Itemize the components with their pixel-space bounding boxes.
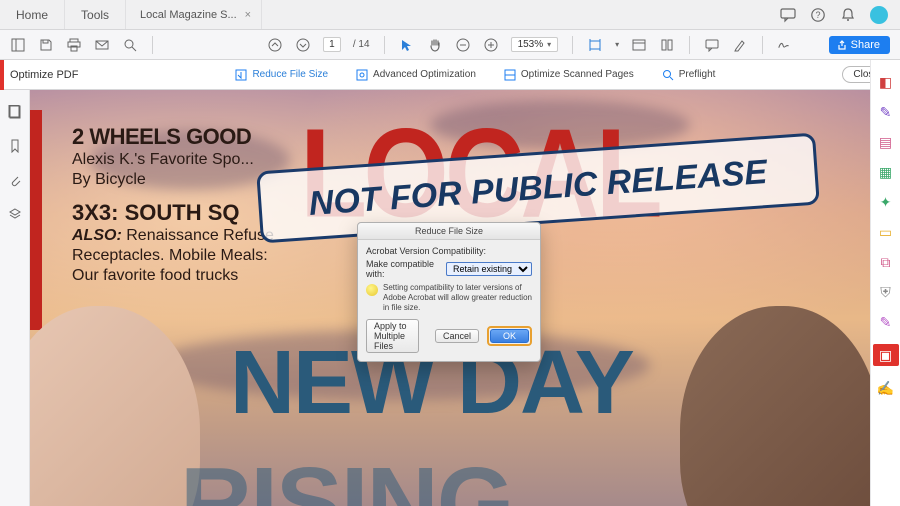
scanned-icon bbox=[504, 69, 516, 81]
zoom-in-icon[interactable] bbox=[483, 37, 499, 53]
protect-icon[interactable]: ⛨ bbox=[878, 284, 894, 300]
also-line-3: Our favorite food trucks bbox=[72, 266, 274, 286]
optimize-title: Optimize PDF bbox=[10, 69, 108, 81]
lightbulb-icon bbox=[366, 284, 378, 296]
stamp-text: NOT FOR PUBLIC RELEASE bbox=[308, 153, 769, 224]
compatibility-select[interactable]: Retain existing bbox=[446, 262, 532, 276]
optimize-tool-icon[interactable]: ▣ bbox=[873, 344, 899, 366]
reduce-icon bbox=[235, 69, 247, 81]
subhead-1b: By Bicycle bbox=[72, 170, 274, 190]
subhead-1a: Alexis K.'s Favorite Spo... bbox=[72, 150, 274, 170]
scanned-label: Optimize Scanned Pages bbox=[521, 69, 634, 80]
optimize-toolbar: Optimize PDF Reduce File Size Advanced O… bbox=[0, 60, 900, 90]
sidebar-toggle-icon[interactable] bbox=[10, 37, 26, 53]
also-block: ALSO: Renaissance Refuse bbox=[72, 226, 274, 246]
fit-width-icon[interactable] bbox=[587, 37, 603, 53]
reduce-file-size-button[interactable]: Reduce File Size bbox=[235, 69, 328, 81]
advanced-icon bbox=[356, 69, 368, 81]
accent-mark bbox=[0, 60, 4, 90]
make-compatible-label: Make compatible with: bbox=[366, 259, 440, 279]
optimize-scanned-button[interactable]: Optimize Scanned Pages bbox=[504, 69, 634, 81]
search-icon[interactable] bbox=[122, 37, 138, 53]
help-icon[interactable]: ? bbox=[810, 7, 826, 23]
svg-text:?: ? bbox=[815, 10, 820, 20]
share-label: Share bbox=[851, 39, 880, 51]
zoom-out-icon[interactable] bbox=[455, 37, 471, 53]
preflight-icon bbox=[662, 69, 674, 81]
highlight-icon[interactable] bbox=[732, 37, 748, 53]
apply-multiple-button[interactable]: Apply to Multiple Files bbox=[366, 319, 419, 353]
page-up-icon[interactable] bbox=[267, 37, 283, 53]
zoom-input[interactable]: 153%▾ bbox=[511, 37, 559, 52]
main-toolbar: 1 / 14 153%▾ ▾ Share bbox=[0, 30, 900, 60]
page-down-icon[interactable] bbox=[295, 37, 311, 53]
right-tool-rail: ◧ ✎ ▤ ▦ ✦ ▭ ⧉ ⛨ ✎ ▣ ✍ bbox=[870, 60, 900, 506]
reduce-label: Reduce File Size bbox=[252, 69, 328, 80]
chat-icon[interactable] bbox=[780, 7, 796, 23]
advanced-label: Advanced Optimization bbox=[373, 69, 476, 80]
select-tool-icon[interactable] bbox=[399, 37, 415, 53]
print-icon[interactable] bbox=[66, 37, 82, 53]
share-button[interactable]: Share bbox=[829, 36, 890, 54]
tab-tools[interactable]: Tools bbox=[65, 0, 126, 29]
also-label: ALSO: bbox=[72, 227, 122, 244]
cover-headlines: 2 WHEELS GOOD Alexis K.'s Favorite Spo..… bbox=[72, 124, 274, 286]
app-tabbar: Home Tools Local Magazine S... × ? bbox=[0, 0, 900, 30]
layers-icon[interactable] bbox=[7, 206, 23, 222]
save-icon[interactable] bbox=[38, 37, 54, 53]
fill-sign-icon[interactable]: ✍ bbox=[878, 380, 894, 396]
edit-pdf-icon[interactable]: ✎ bbox=[878, 104, 894, 120]
sign-icon[interactable] bbox=[777, 37, 793, 53]
tab-document-label: Local Magazine S... bbox=[140, 9, 237, 21]
hand-tool-icon[interactable] bbox=[427, 37, 443, 53]
ok-button[interactable]: OK bbox=[490, 329, 529, 343]
page-total: / 14 bbox=[353, 39, 370, 50]
share-icon bbox=[837, 40, 847, 50]
avatar[interactable] bbox=[870, 6, 888, 24]
attachment-icon[interactable] bbox=[7, 172, 23, 188]
create-pdf-icon[interactable]: ◧ bbox=[878, 74, 894, 90]
mail-icon[interactable] bbox=[94, 37, 110, 53]
dialog-title: Reduce File Size bbox=[358, 223, 540, 240]
cover-photo-right bbox=[670, 286, 870, 506]
cover-title-line2: RISING bbox=[180, 446, 512, 506]
dialog-tip-text: Setting compatibility to later versions … bbox=[383, 283, 532, 313]
ok-highlight: OK bbox=[487, 326, 532, 346]
page-input[interactable]: 1 bbox=[323, 37, 341, 52]
read-mode-icon[interactable] bbox=[631, 37, 647, 53]
left-nav-rail bbox=[0, 90, 30, 506]
tab-home[interactable]: Home bbox=[0, 0, 65, 29]
bell-icon[interactable] bbox=[840, 7, 856, 23]
bookmark-icon[interactable] bbox=[7, 138, 23, 154]
comment-icon[interactable] bbox=[704, 37, 720, 53]
cancel-button[interactable]: Cancel bbox=[435, 329, 479, 343]
chevron-down-icon[interactable]: ▾ bbox=[615, 40, 619, 49]
organize-icon[interactable]: ▦ bbox=[878, 164, 894, 180]
reduce-file-size-dialog: Reduce File Size Acrobat Version Compati… bbox=[357, 222, 541, 362]
export-pdf-icon[interactable]: ▤ bbox=[878, 134, 894, 150]
also-line-1: Renaissance Refuse bbox=[126, 227, 274, 244]
zoom-value: 153% bbox=[518, 39, 544, 50]
thumbnails-icon[interactable] bbox=[7, 104, 23, 120]
enhance-icon[interactable]: ✦ bbox=[878, 194, 894, 210]
headline-1: 2 WHEELS GOOD bbox=[72, 124, 274, 150]
compat-label: Acrobat Version Compatibility: bbox=[366, 246, 532, 256]
advanced-optimization-button[interactable]: Advanced Optimization bbox=[356, 69, 476, 81]
tab-document[interactable]: Local Magazine S... × bbox=[126, 0, 262, 29]
chevron-down-icon: ▾ bbox=[547, 40, 551, 49]
headline-2: 3X3: SOUTH SQ bbox=[72, 200, 274, 226]
preflight-label: Preflight bbox=[679, 69, 716, 80]
preflight-button[interactable]: Preflight bbox=[662, 69, 716, 81]
close-tab-icon[interactable]: × bbox=[245, 9, 251, 21]
comment-tool-icon[interactable]: ▭ bbox=[878, 224, 894, 240]
combine-icon[interactable]: ⧉ bbox=[878, 254, 894, 270]
also-line-2: Receptacles. Mobile Meals: bbox=[72, 246, 274, 266]
redact-icon[interactable]: ✎ bbox=[878, 314, 894, 330]
view-mode-icon[interactable] bbox=[659, 37, 675, 53]
